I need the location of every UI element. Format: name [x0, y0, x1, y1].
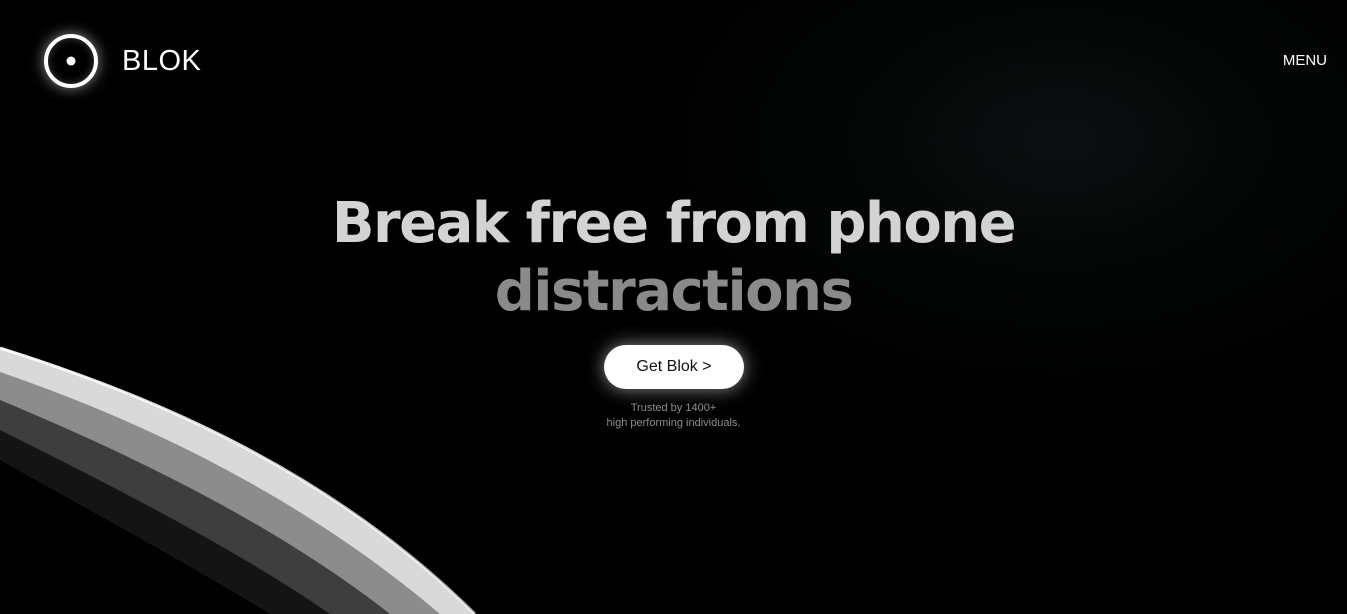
hero-heading: Break free from phone distractions [0, 190, 1347, 326]
menu-button[interactable]: MENU [1283, 52, 1327, 69]
trusted-line-1: Trusted by 1400+ [630, 402, 717, 414]
headline-line-1: Break free from phone [331, 191, 1017, 256]
brand-name: BLOK [122, 44, 202, 77]
get-blok-button[interactable]: Get Blok > [604, 345, 744, 389]
ring-with-dot-icon [44, 34, 98, 88]
trusted-by-text: Trusted by 1400+ high performing individ… [0, 401, 1347, 431]
logo[interactable]: BLOK [44, 34, 201, 88]
logo-dot [66, 56, 76, 66]
trusted-line-2: high performing individuals. [606, 417, 741, 429]
headline-line-2: distractions [494, 259, 854, 324]
